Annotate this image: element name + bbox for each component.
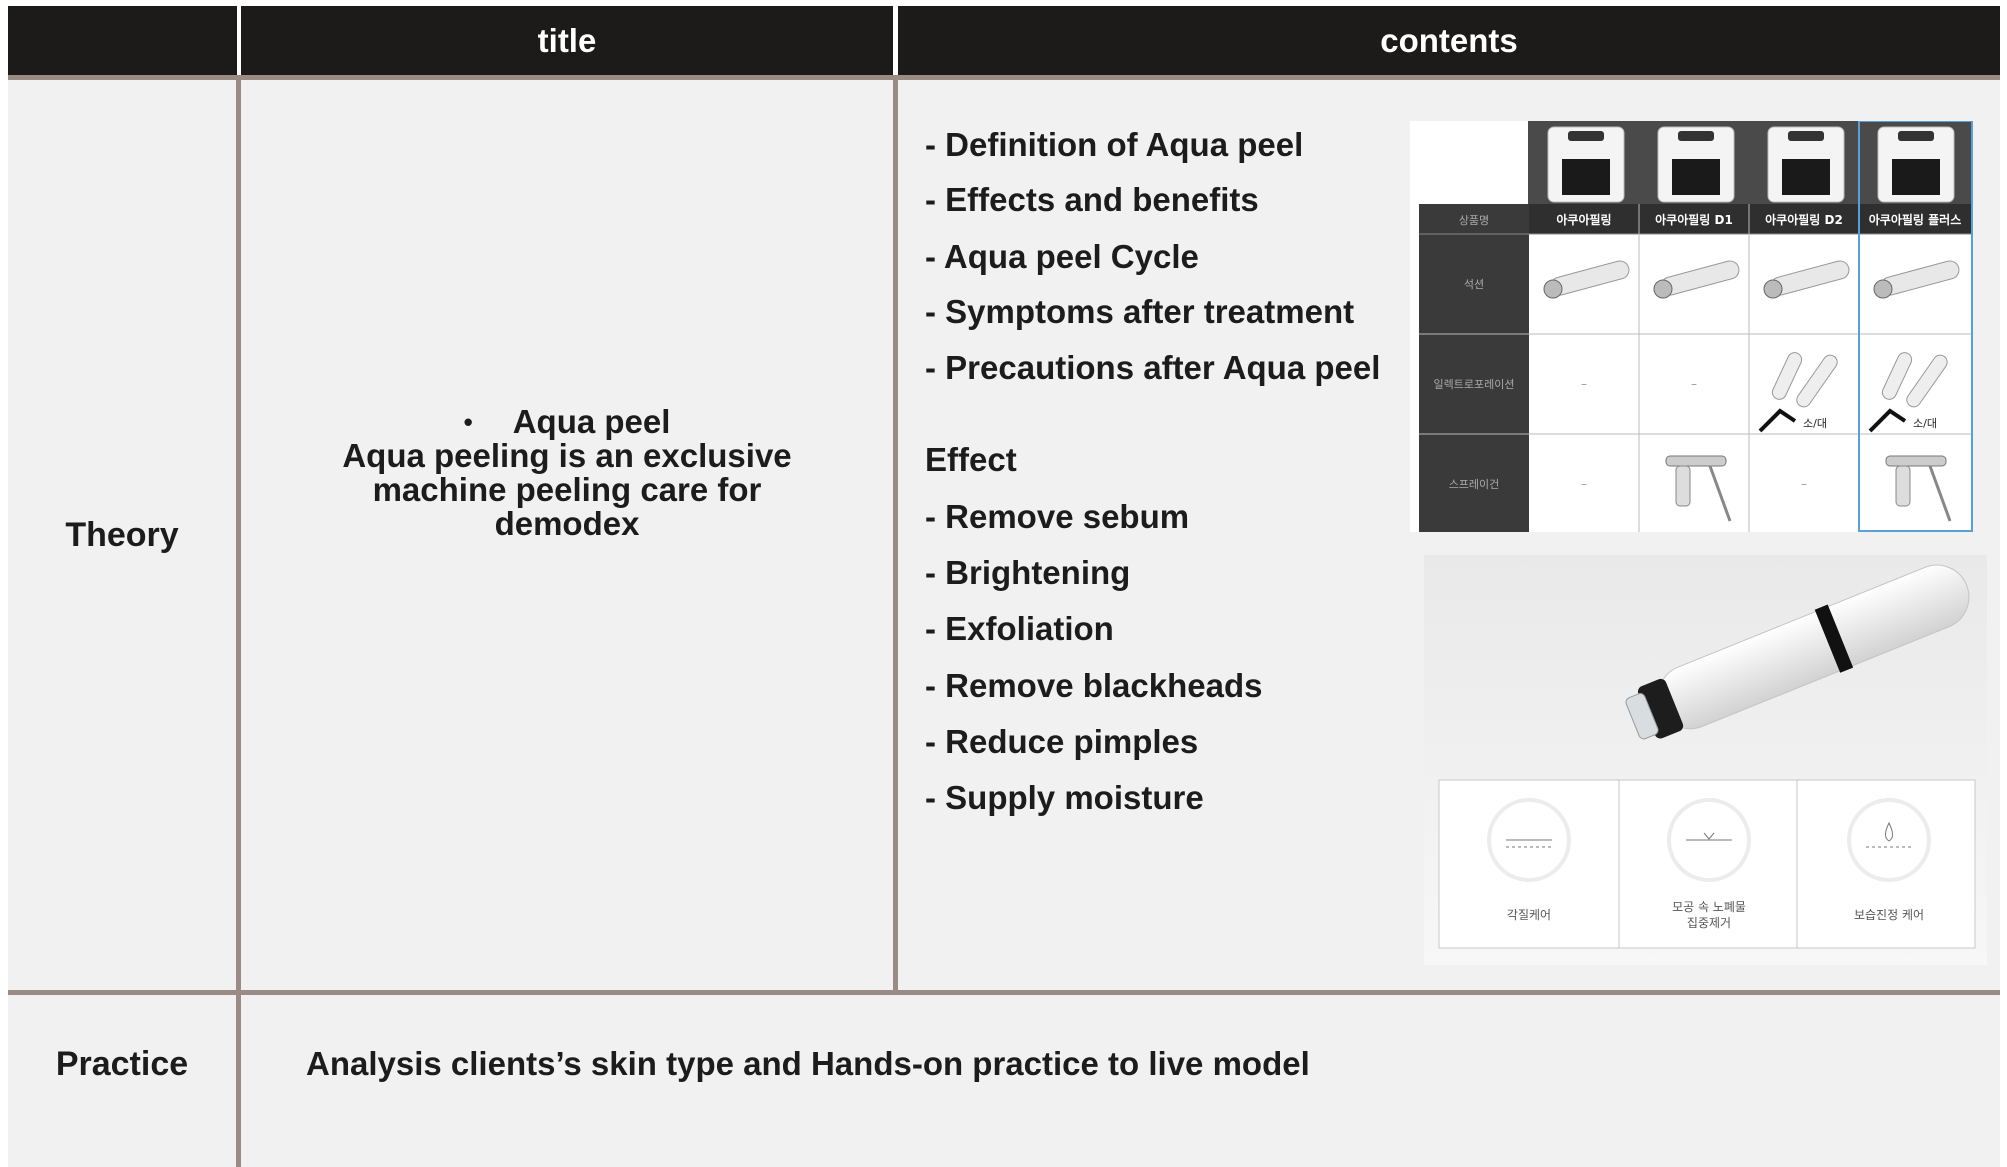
row-label-practice: Practice: [8, 995, 236, 1167]
machine-icon: [1767, 126, 1845, 203]
product-name: 아쿠아필링 D1: [1655, 212, 1733, 227]
moisture-icon: [1847, 798, 1931, 882]
dash-icon: –: [1581, 377, 1587, 391]
product-table-graphic: 상품명 석션 일렉트로포레이션 스프레이건 아쿠아필링 아쿠아필링 D1 아쿠아…: [1410, 120, 1973, 532]
effect-item: - Remove blackheads: [925, 667, 1263, 704]
effect-item: - Supply moisture: [925, 779, 1204, 816]
product-name: 아쿠아필링 D2: [1765, 212, 1843, 227]
title-heading-line: • Aqua peel: [241, 405, 893, 439]
title-desc-1: Aqua peeling is an exclusive: [342, 437, 792, 474]
size-label: 소/대: [1803, 417, 1827, 430]
row-header-electroporation: 일렉트로포레이션: [1434, 377, 1515, 391]
row-label-theory: Theory: [8, 80, 236, 990]
header-cell-empty: [8, 6, 237, 75]
practice-text: Analysis clients’s skin type and Hands-o…: [306, 1045, 1310, 1082]
product-name: 아쿠아필링: [1556, 212, 1611, 227]
effect-item: - Exfoliation: [925, 610, 1114, 647]
practice-label: Practice: [55, 1045, 189, 1083]
contents-list: - Definition of Aqua peel - Effects and …: [925, 80, 1425, 980]
effect-item: - Reduce pimples: [925, 723, 1199, 760]
contents-item: - Effects and benefits: [925, 181, 1259, 218]
title-block: • Aqua peel Aqua peeling is an exclusive…: [241, 405, 893, 541]
title-desc-3: demodex: [494, 505, 640, 542]
practice-contents-cell: Analysis clients’s skin type and Hands-o…: [241, 995, 2000, 1167]
handpiece-graphic: 각질케어 모공 속 노폐물 집중제거 보습진정 케어: [1424, 555, 1987, 965]
row-header-product: 상품명: [1459, 214, 1489, 227]
dash-icon: –: [1581, 477, 1587, 491]
care-label: 모공 속 노폐물: [1672, 900, 1746, 914]
header-contents: contents: [898, 6, 2000, 75]
machine-icon: [1547, 126, 1625, 203]
handpiece-and-care-image: 각질케어 모공 속 노폐물 집중제거 보습진정 케어: [1424, 555, 1987, 965]
care-label: 보습진정 케어: [1854, 908, 1924, 922]
dash-icon: –: [1801, 477, 1807, 491]
row-header-spraygun: 스프레이건: [1449, 478, 1500, 491]
care-label: 집중제거: [1687, 916, 1731, 930]
row-header-suction: 석션: [1464, 278, 1484, 291]
effect-item: - Remove sebum: [925, 498, 1190, 535]
effect-item: - Brightening: [925, 554, 1131, 591]
machine-icon: [1657, 126, 1735, 203]
contents-item: - Symptoms after treatment: [925, 293, 1355, 330]
contents-item: - Precautions after Aqua peel: [925, 349, 1381, 386]
title-heading: Aqua peel: [512, 403, 671, 440]
dash-icon: –: [1691, 377, 1697, 391]
machine-icon: [1877, 126, 1955, 203]
product-comparison-table: 상품명 석션 일렉트로포레이션 스프레이건 아쿠아필링 아쿠아필링 D1 아쿠아…: [1410, 120, 1973, 532]
bullet-dot: •: [463, 407, 473, 437]
care-label: 각질케어: [1507, 908, 1551, 922]
product-name: 아쿠아필링 플러스: [1869, 212, 1962, 227]
header-title: title: [241, 6, 893, 75]
effect-heading: Effect: [925, 441, 1017, 478]
theory-label: Theory: [65, 515, 179, 554]
theory-title-cell: • Aqua peel Aqua peeling is an exclusive…: [241, 80, 893, 990]
contents-item: - Aqua peel Cycle: [925, 238, 1199, 275]
size-label: 소/대: [1913, 417, 1937, 430]
contents-item: - Definition of Aqua peel: [925, 126, 1304, 163]
title-desc-2: machine peeling care for: [372, 471, 762, 508]
